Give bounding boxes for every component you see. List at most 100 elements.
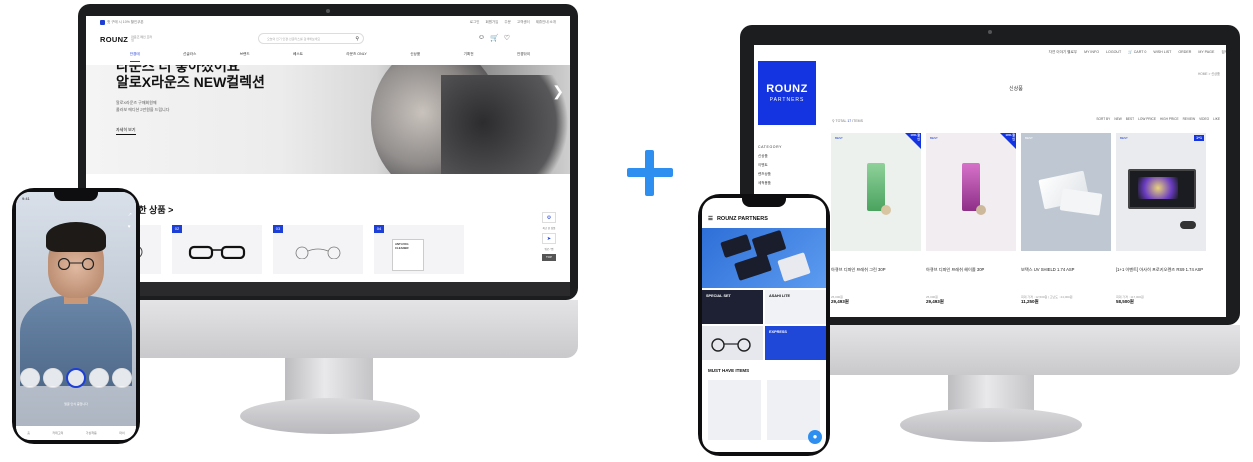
- tab-my[interactable]: 마이: [119, 431, 125, 435]
- sort-label: SORT BY: [1096, 117, 1111, 121]
- category-item[interactable]: 이벤트: [758, 161, 782, 170]
- top-link-login[interactable]: 로그인: [470, 20, 480, 25]
- promo-banner[interactable]: 첫 구매 시 10% 할인쿠폰: [100, 19, 144, 25]
- glasses-option[interactable]: [43, 368, 63, 388]
- sort-video[interactable]: VIDEO: [1199, 117, 1209, 121]
- top-link-about[interactable]: 제휴안내 소개: [536, 20, 556, 25]
- sort-best[interactable]: BEST: [1126, 117, 1134, 121]
- nav-brand[interactable]: 브랜드: [240, 52, 250, 62]
- top-link-order[interactable]: ORDER: [1178, 50, 1191, 54]
- user-icon[interactable]: ☺: [478, 34, 485, 42]
- glasses-option[interactable]: [112, 368, 132, 388]
- top-button[interactable]: TOP: [542, 254, 556, 261]
- nav-eyeglasses[interactable]: 안경테: [129, 52, 140, 62]
- sort-new[interactable]: NEW: [1114, 117, 1121, 121]
- welcome-text: 자연 이야기 헬로우: [1048, 49, 1078, 54]
- product-image: BEST 1+1: [1116, 133, 1206, 251]
- search-input[interactable]: 오늘의 인기 안경·선글라스를 검색해보세요 ⚲: [258, 33, 364, 44]
- top-link-logout[interactable]: LOGOUT: [1106, 50, 1121, 54]
- nav-promotion[interactable]: 기획전: [464, 52, 474, 62]
- rounz-partners-logo[interactable]: ROUNZ PARTNERS: [758, 61, 816, 125]
- glasses-picker: [16, 368, 136, 388]
- cart-icon[interactable]: 🛒: [490, 34, 499, 42]
- tab-category[interactable]: 카테고리: [52, 431, 63, 435]
- category-item[interactable]: 렌즈상품: [758, 170, 782, 179]
- product-item[interactable]: BEST 10% 할인 아큐브 디파인 프레쉬 그린 30P 25,000원 2…: [831, 133, 921, 305]
- nav-best[interactable]: 베스트: [293, 52, 303, 62]
- product-item[interactable]: BEST 10% 할인 아큐브 디파인 프레쉬 헤이즐 30P 25,000원 …: [926, 133, 1016, 305]
- sort-review[interactable]: REVIEW: [1183, 117, 1196, 121]
- top-links: 로그인 회원가입 주문 고객센터 제휴안내 소개: [470, 20, 556, 25]
- tile-special-set[interactable]: SPECIAL SET: [702, 290, 763, 324]
- logo-subtitle: 라운즈 메인 프라임: [131, 34, 153, 42]
- heart-icon[interactable]: ♡: [504, 34, 510, 42]
- must-have-items: [708, 380, 820, 440]
- wishlist-button[interactable]: ➤: [542, 233, 556, 244]
- tile-express[interactable]: EXPRESS: [765, 326, 826, 360]
- nav-new[interactable]: 신상품: [410, 52, 420, 62]
- product-name[interactable]: 아큐브 디파인 프레쉬 헤이즐 30P: [926, 267, 1016, 287]
- product-card[interactable]: 04 ANTI-FOG CLEANER: [374, 225, 464, 274]
- rounz-logo[interactable]: ROUNZ: [100, 35, 128, 44]
- discount-label: 10% 할인: [1005, 133, 1015, 141]
- product-box-image: [777, 252, 811, 282]
- must-have-item[interactable]: [708, 380, 761, 440]
- right-imac-foot: [900, 408, 1082, 442]
- chat-icon[interactable]: ●: [808, 430, 822, 444]
- sort-like[interactable]: LIKE: [1213, 117, 1220, 121]
- product-item[interactable]: BEST 1+1 [1+1 이벤트] 아사히 프로키오렌즈 RS9 1.74 A…: [1116, 133, 1206, 305]
- nav-sunglasses[interactable]: 선글라스: [183, 52, 196, 62]
- product-image: BEST 10% 할인: [926, 133, 1016, 251]
- top-link-mypage[interactable]: MY PAGE: [1198, 50, 1214, 54]
- nav-cloth[interactable]: 안경닦이: [517, 52, 530, 62]
- product-card[interactable]: 02: [172, 225, 262, 274]
- recent-view-button[interactable]: ⚙: [542, 212, 556, 223]
- product-name[interactable]: [1+1 이벤트] 아사히 프로키오렌즈 RS9 1.74 ASP: [1116, 267, 1206, 287]
- mobile-logo[interactable]: ROUNZ PARTNERS: [717, 216, 768, 222]
- total-number: 17: [847, 119, 852, 123]
- top-link-cs[interactable]: 고객센터: [517, 20, 530, 25]
- sort-low-price[interactable]: LOW PRICE: [1138, 117, 1156, 121]
- category-item[interactable]: 세척용품: [758, 179, 782, 188]
- product-price: 29,493원: [926, 299, 944, 304]
- tab-try-on[interactable]: 가상착용: [86, 431, 97, 435]
- tab-home[interactable]: 홈: [27, 431, 30, 435]
- lens-disc: [976, 205, 986, 215]
- product-card[interactable]: 03: [273, 225, 363, 274]
- share-icon[interactable]: ↗: [128, 212, 132, 218]
- mobile-banner[interactable]: [702, 228, 826, 288]
- right-imac-camera: [988, 30, 992, 34]
- top-link-join[interactable]: 회원가입: [485, 20, 498, 25]
- lens-pair: [1180, 221, 1196, 229]
- tile-glasses[interactable]: [702, 326, 763, 360]
- product-grid: BEST 10% 할인 아큐브 디파인 프레쉬 그린 30P 25,000원 2…: [831, 133, 1206, 305]
- top-link-wishlist[interactable]: WISH LIST: [1153, 50, 1171, 54]
- top-link-cart[interactable]: 🛒 CART 0: [1128, 50, 1146, 54]
- top-link-myinfo[interactable]: MY INFO: [1084, 50, 1099, 54]
- hero-sub-line-1: 알로X라운즈 구매회원께: [116, 100, 157, 105]
- tile-asahi-lite[interactable]: ASAHI LITE: [765, 290, 826, 324]
- breadcrumb[interactable]: HOME > 신상품: [1198, 71, 1220, 76]
- product-name[interactable]: 보택스 UV SHIELD 1.74 ASP: [1021, 267, 1111, 287]
- nav-rounz-only[interactable]: 라운즈 ONLY: [346, 52, 366, 62]
- top-link-order[interactable]: 주문: [504, 20, 510, 25]
- wishlist-label: 위로 / 찜: [544, 248, 554, 251]
- glasses-option[interactable]: [20, 368, 40, 388]
- search-icon[interactable]: ⚲: [355, 36, 359, 42]
- menu-icon[interactable]: ☰: [708, 216, 713, 222]
- product-name[interactable]: 아큐브 디파인 프레쉬 그린 30P: [831, 267, 921, 287]
- hero-banner[interactable]: 라운즈 더 좋아졌어요 알로X라운즈 NEW컬렉션 알로X라운즈 구매회원께 콜…: [86, 65, 570, 174]
- chevron-right-icon[interactable]: ❯: [552, 83, 564, 100]
- glasses-option-selected[interactable]: [66, 368, 86, 388]
- heart-icon[interactable]: ♥: [128, 224, 132, 230]
- product-item[interactable]: BEST 보택스 UV SHIELD 1.74 ASP 최대 가격 : 12,5…: [1021, 133, 1111, 305]
- sort-high-price[interactable]: HIGH PRICE: [1160, 117, 1179, 121]
- category-item[interactable]: 신상품: [758, 152, 782, 161]
- category-title: CATEGORY: [758, 145, 783, 149]
- hero-detail-button[interactable]: 자세히 보기: [116, 127, 136, 135]
- left-imac-frame: 첫 구매 시 10% 할인쿠폰 로그인 회원가입 주문 고객센터 제휴안내 소개…: [78, 4, 578, 300]
- glasses-option[interactable]: [89, 368, 109, 388]
- monitor-glow: [1138, 177, 1178, 199]
- top-link-search[interactable]: 검색: [1221, 50, 1226, 55]
- hero-title: 라운즈 더 좋아졌어요 알로X라운즈 NEW컬렉션: [116, 65, 265, 91]
